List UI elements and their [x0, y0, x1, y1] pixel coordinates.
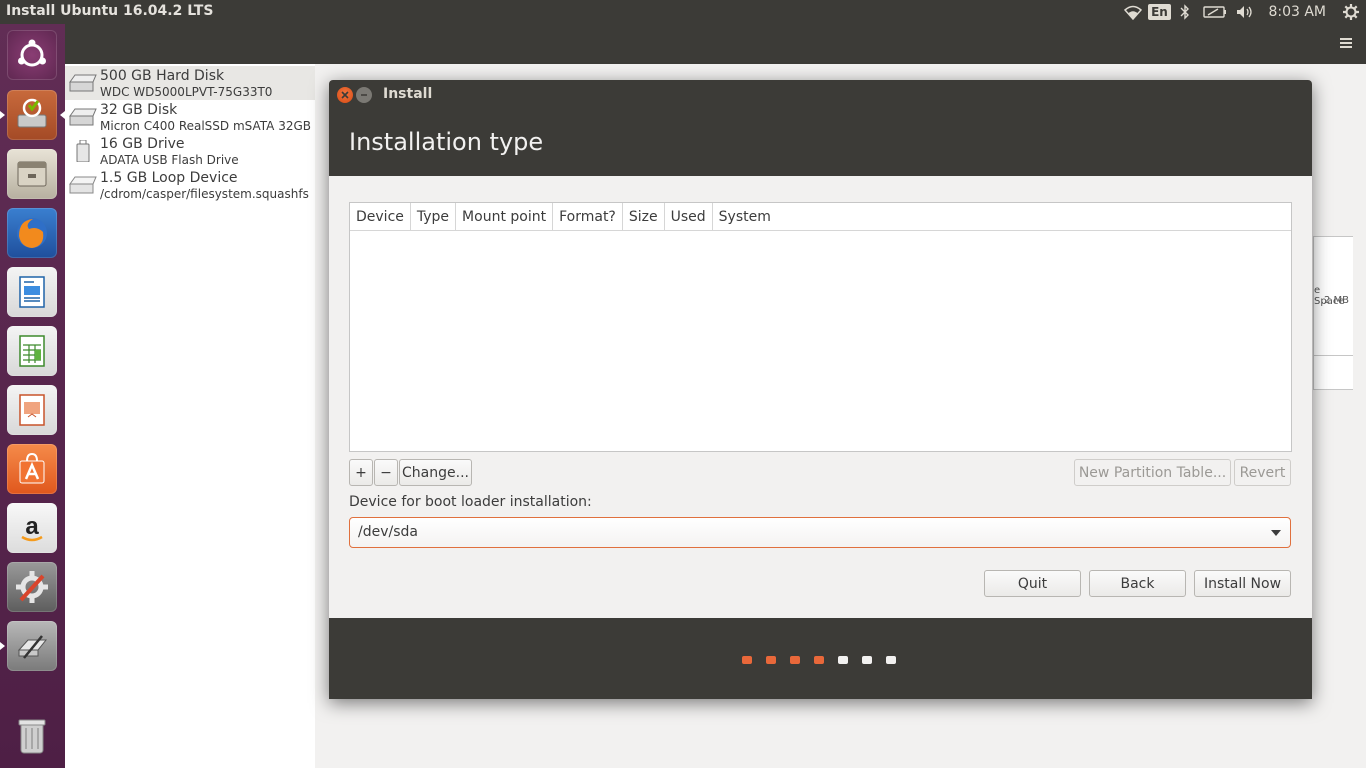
quit-button[interactable]: Quit — [984, 570, 1081, 597]
boot-loader-label: Device for boot loader installation: — [349, 494, 592, 510]
launcher-software[interactable] — [6, 443, 58, 495]
close-icon — [341, 91, 349, 99]
column-type[interactable]: Type — [411, 203, 457, 230]
disks-icon — [7, 621, 57, 671]
installer-icon — [7, 90, 57, 140]
page-title: Installation type — [349, 128, 544, 156]
launcher-firefox[interactable] — [6, 207, 58, 259]
disk-model: ADATA USB Flash Drive — [100, 153, 239, 167]
step-dot — [886, 656, 896, 664]
firefox-icon — [7, 208, 57, 258]
disk-name: 16 GB Drive — [100, 136, 185, 152]
close-button[interactable] — [337, 87, 353, 103]
wifi-icon[interactable] — [1120, 0, 1146, 24]
minimize-icon — [361, 94, 367, 96]
dropdown-arrow-icon — [1271, 530, 1281, 536]
launcher-settings[interactable] — [6, 561, 58, 613]
disks-headerbar — [65, 24, 1366, 64]
hard-disk-icon — [69, 74, 97, 92]
partition-table[interactable]: Device Type Mount point Format? Size Use… — [349, 202, 1292, 452]
indicator-area: En 8:03 AM — [1120, 0, 1366, 24]
clock[interactable]: 8:03 AM — [1258, 4, 1336, 20]
launcher: a — [0, 24, 65, 768]
impress-icon — [7, 385, 57, 435]
disk-name: 500 GB Hard Disk — [100, 68, 225, 84]
column-system[interactable]: System — [713, 203, 1291, 230]
window-title: Install Ubuntu 16.04.2 LTS — [6, 3, 214, 19]
launcher-impress[interactable] — [6, 384, 58, 436]
usb-drive-icon — [76, 140, 90, 162]
disk-list: 500 GB Hard Disk WDC WD5000LPVT-75G33T0 … — [65, 64, 315, 768]
add-partition-button[interactable]: + — [349, 459, 373, 486]
launcher-installer[interactable] — [6, 89, 58, 141]
disk-name: 32 GB Disk — [100, 102, 178, 118]
bluetooth-icon[interactable] — [1172, 0, 1198, 24]
boot-loader-value: /dev/sda — [358, 524, 418, 540]
launcher-files[interactable] — [6, 148, 58, 200]
disk-item[interactable]: 32 GB Disk Micron C400 RealSSD mSATA 32G… — [65, 100, 315, 134]
step-dot — [862, 656, 872, 664]
dialog-titlebar: Install Installation type — [329, 80, 1312, 176]
remove-partition-button[interactable]: − — [374, 459, 398, 486]
launcher-calc[interactable] — [6, 325, 58, 377]
launcher-dash[interactable] — [6, 29, 58, 81]
install-dialog: Install Installation type Device Type Mo… — [329, 80, 1312, 699]
launcher-trash[interactable] — [6, 709, 58, 761]
disk-model: Micron C400 RealSSD mSATA 32GB — [100, 119, 312, 133]
disk-item[interactable]: 1.5 GB Loop Device /cdrom/casper/filesys… — [65, 168, 315, 202]
hard-disk-icon — [69, 108, 97, 126]
column-device[interactable]: Device — [350, 203, 411, 230]
free-space-size: .2 MB — [1320, 295, 1349, 306]
trash-icon — [7, 710, 57, 760]
amazon-icon: a — [7, 503, 57, 553]
battery-icon[interactable] — [1198, 0, 1232, 24]
menu-icon[interactable] — [1340, 38, 1352, 50]
boot-loader-select[interactable]: /dev/sda — [349, 517, 1291, 548]
dialog-footer — [329, 618, 1312, 699]
launcher-writer[interactable] — [6, 266, 58, 318]
active-indicator — [0, 111, 5, 119]
step-dot — [814, 656, 824, 664]
settings-gear-icon[interactable] — [1336, 0, 1366, 24]
volume-icon[interactable] — [1232, 0, 1258, 24]
partition-bar — [1313, 355, 1353, 390]
install-now-button[interactable]: Install Now — [1194, 570, 1291, 597]
column-used[interactable]: Used — [665, 203, 713, 230]
column-mount-point[interactable]: Mount point — [456, 203, 554, 230]
disk-item[interactable]: 16 GB Drive ADATA USB Flash Drive — [65, 134, 315, 168]
svg-text:a: a — [25, 513, 39, 540]
ubuntu-dash-icon — [7, 30, 57, 80]
step-dot — [790, 656, 800, 664]
launcher-disks[interactable] — [6, 620, 58, 672]
running-indicator-disks — [0, 642, 5, 650]
back-button[interactable]: Back — [1089, 570, 1186, 597]
writer-icon — [7, 267, 57, 317]
revert-button[interactable]: Revert — [1234, 459, 1291, 486]
step-progress — [742, 656, 896, 664]
top-panel: Install Ubuntu 16.04.2 LTS En 8:03 AM — [0, 0, 1366, 24]
software-center-icon — [7, 444, 57, 494]
disk-name: 1.5 GB Loop Device — [100, 170, 238, 186]
step-dot — [838, 656, 848, 664]
system-settings-icon — [7, 562, 57, 612]
disk-item[interactable]: 500 GB Hard Disk WDC WD5000LPVT-75G33T0 — [65, 66, 315, 100]
free-space-segment[interactable]: e Space .2 MB — [1313, 236, 1353, 356]
disk-model: WDC WD5000LPVT-75G33T0 — [100, 85, 273, 99]
launcher-amazon[interactable]: a — [6, 502, 58, 554]
column-format[interactable]: Format? — [553, 203, 623, 230]
change-partition-button[interactable]: Change... — [399, 459, 472, 486]
keyboard-layout-indicator[interactable]: En — [1146, 0, 1172, 24]
loop-device-icon — [69, 176, 97, 194]
new-partition-table-button[interactable]: New Partition Table... — [1074, 459, 1231, 486]
step-dot — [766, 656, 776, 664]
minimize-button[interactable] — [356, 87, 372, 103]
step-dot — [742, 656, 752, 664]
lang-badge: En — [1148, 4, 1171, 20]
disk-model: /cdrom/casper/filesystem.squashfs — [100, 187, 309, 201]
table-header: Device Type Mount point Format? Size Use… — [350, 203, 1291, 231]
dialog-title: Install — [383, 86, 433, 102]
files-icon — [7, 149, 57, 199]
calc-icon — [7, 326, 57, 376]
column-size[interactable]: Size — [623, 203, 665, 230]
